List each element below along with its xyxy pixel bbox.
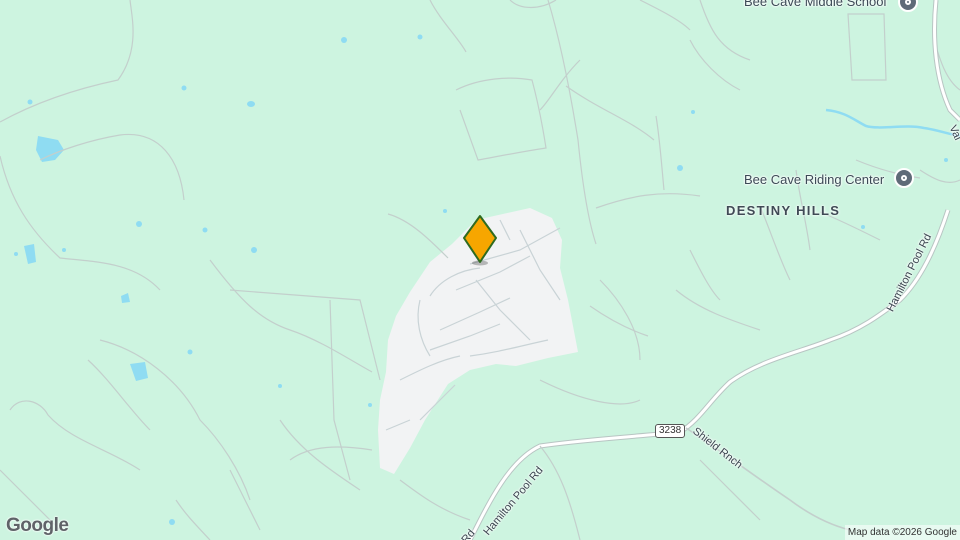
- map-canvas[interactable]: Bee Cave Middle School Bee Cave Riding C…: [0, 0, 960, 540]
- route-shield-3238: 3238: [655, 424, 686, 438]
- pin-icon[interactable]: [894, 168, 914, 188]
- map-attribution[interactable]: Map data ©2026 Google: [844, 525, 960, 540]
- area-label-destiny-hills: DESTINY HILLS: [726, 203, 841, 218]
- poi-label-middle-school[interactable]: Bee Cave Middle School: [744, 0, 886, 9]
- map-base-layer: [0, 0, 960, 540]
- poi-label-riding-center[interactable]: Bee Cave Riding Center: [744, 172, 884, 187]
- google-logo[interactable]: Google: [6, 515, 69, 537]
